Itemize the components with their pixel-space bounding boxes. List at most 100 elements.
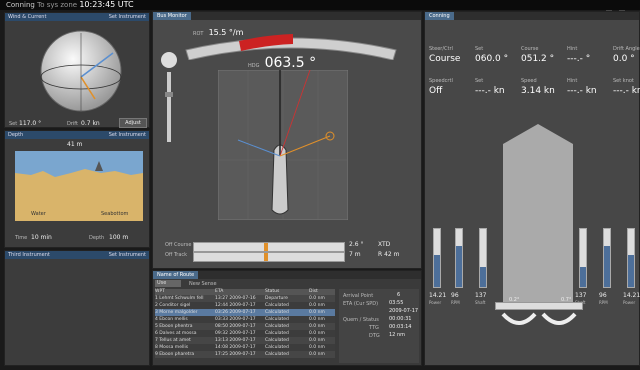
tab-bus-monitor[interactable]: Bus Monitor: [153, 12, 191, 20]
table-row[interactable]: 7 Tellus at amet 13:13 2009-07-17 Calculat…: [155, 337, 335, 344]
readout-value: ---.- kn: [567, 86, 597, 96]
third-header-label: Third Instrument: [8, 252, 50, 258]
off-track-marker: [264, 253, 268, 261]
readout-cell: Course 051.2 °: [521, 46, 565, 64]
gauge-fill: [434, 255, 440, 287]
readout-label: Set knot: [613, 78, 634, 84]
table-row[interactable]: 4 Ebcon mellis 03:33 2009-07-17 Calculated…: [155, 316, 335, 323]
title-text: Conning To sys zone 10:23:45 UTC: [6, 0, 134, 10]
time-value[interactable]: 10 min: [31, 234, 52, 241]
table-cell: 9 Eboon pharetra: [155, 352, 195, 357]
table-cell: 0.0 nm: [309, 303, 325, 308]
gauge-label: RPM: [451, 300, 460, 305]
pan-control-icon[interactable]: [161, 52, 177, 68]
third-instrument-panel: Third Instrument Set Instrument: [4, 250, 150, 366]
readout-cell: Speedcrtl Off: [429, 78, 473, 96]
gauge-fill: [604, 246, 610, 287]
readout-label: Set: [475, 46, 484, 52]
table-cell: Calculated: [265, 352, 289, 357]
table-row[interactable]: 9 Eboon pharetra 17:25 2009-07-17 Calculat…: [155, 351, 335, 358]
readout-value: 3.14 kn: [521, 86, 555, 96]
table-cell: 6 Dalves at mossa: [155, 331, 197, 336]
table-row[interactable]: 8 Mossa mellis 14:08 2009-07-17 Calculated…: [155, 344, 335, 351]
table-cell: 0.0 nm: [309, 296, 325, 301]
center-tabbar: Bus Monitor: [153, 12, 421, 20]
dtg-label: DTG: [369, 333, 380, 339]
table-cell: 0.0 nm: [309, 331, 325, 336]
depth-range-label: Depth: [89, 235, 105, 241]
table-cell: 1 Lehmt Schwulm fell: [155, 296, 204, 301]
readout-label: Set: [475, 78, 484, 84]
table-row[interactable]: 3 Morne malgolder 03:26 2009-07-17 Calcula…: [155, 309, 335, 316]
gauge-fill: [628, 255, 634, 287]
tab-conning[interactable]: Conning: [425, 12, 454, 20]
gauge-bar: [479, 228, 487, 288]
eta-value: 03:55: [389, 300, 404, 306]
table-cell: 0.0 nm: [309, 317, 325, 322]
off-course-marker: [264, 243, 268, 251]
wind-compass: [40, 30, 122, 112]
table-cell: Calculated: [265, 317, 289, 322]
clock: 10:23:45 UTC: [79, 0, 134, 9]
table-row[interactable]: 5 Eboon phentra 08:50 2009-07-17 Calculate…: [155, 323, 335, 330]
gauge: 137Shaft: [475, 224, 491, 324]
table-row[interactable]: 2 Conditor sigel 12:44 2009-07-17 Calculat…: [155, 302, 335, 309]
wind-current-panel: Wind & Current Set Instrument Set 117.0 °…: [4, 12, 150, 128]
gauge-value: 96: [599, 292, 607, 299]
title-bar: Conning To sys zone 10:23:45 UTC: [0, 0, 640, 35]
route-new-sense[interactable]: New Sense: [189, 281, 217, 287]
depth-range-value[interactable]: 100 m: [109, 234, 128, 241]
table-cell: 13:13 2009-07-17: [215, 338, 256, 343]
adjust-button[interactable]: Adjust: [119, 118, 147, 128]
status-value: 00:00:31: [389, 316, 412, 322]
table-row[interactable]: 1 Lehmt Schwulm fell 13:27 2009-07-16 Depa…: [155, 295, 335, 302]
table-cell: 03:33 2009-07-17: [215, 317, 256, 322]
gauge-fill: [456, 246, 462, 287]
dtg-value: 12 nm: [389, 332, 405, 338]
readout-label: Course: [521, 46, 539, 52]
depth-set-instrument[interactable]: Set Instrument: [109, 131, 146, 139]
route-side-info: Arrival Point 6 ETA (Cur SPD) 03:55 2009…: [339, 289, 419, 363]
table-cell: 14:08 2009-07-17: [215, 345, 256, 350]
gauge-value: 14.21: [623, 292, 640, 299]
table-row[interactable]: 6 Dalves at mossa 09:32 2009-07-17 Calcula…: [155, 330, 335, 337]
depth-panel: Depth Set Instrument 41 m Water Seabottom…: [4, 130, 150, 248]
third-set-instrument[interactable]: Set Instrument: [109, 251, 146, 259]
route-table: WPT ETA Status Dist 1 Lehmt Schwulm fell…: [155, 289, 335, 358]
readout-value: ---.- °: [567, 54, 591, 64]
gauge-bar: [455, 228, 463, 288]
table-cell: Departure: [265, 296, 288, 301]
window-controls[interactable]: [606, 1, 636, 35]
table-cell: 08:50 2009-07-17: [215, 324, 256, 329]
xtd-value: R 42 m: [378, 251, 400, 258]
heading-label: HDG: [248, 63, 260, 69]
gauge-bar: [603, 228, 611, 288]
rudder-right-value: 0.7°: [561, 297, 572, 303]
route-dropdown[interactable]: Use: [155, 280, 181, 287]
readout-cell: Hint ---.- kn: [567, 78, 611, 96]
route-panel: Name of Route Use New Sense WPT ETA Stat…: [152, 270, 422, 366]
gauge-label: Power: [429, 300, 442, 305]
readout-label: Speed: [521, 78, 537, 84]
rudder-left-value: 0.2°: [509, 297, 520, 303]
depth-header-label: Depth: [8, 132, 24, 138]
off-track-label: Off Track: [165, 252, 188, 258]
steering-panel: Bus Monitor ROT 15.5 °/m HDG 063.5 ° Off…: [152, 11, 422, 269]
route-rows: 1 Lehmt Schwulm fell 13:27 2009-07-16 Depa…: [155, 295, 335, 358]
depth-value: 41 m: [67, 141, 83, 148]
gauge-value: 14.21: [429, 292, 447, 299]
wind-set-instrument[interactable]: Set Instrument: [109, 13, 146, 21]
table-cell: Calculated: [265, 310, 289, 315]
table-cell: 3 Morne malgolder: [155, 310, 198, 315]
table-cell: Calculated: [265, 345, 289, 350]
zoom-slider-handle[interactable]: [165, 92, 173, 97]
table-cell: 0.0 nm: [309, 352, 325, 357]
zoom-slider[interactable]: [167, 72, 171, 142]
third-header: Third Instrument Set Instrument: [5, 251, 149, 259]
xtd-label: XTD: [378, 241, 391, 248]
gauge: 14.21 Power: [429, 224, 447, 324]
readout-value: ---.- kn: [613, 86, 640, 96]
ship-view: [218, 70, 348, 220]
tab-route[interactable]: Name of Route: [153, 271, 199, 279]
wind-header: Wind & Current Set Instrument: [5, 13, 149, 21]
